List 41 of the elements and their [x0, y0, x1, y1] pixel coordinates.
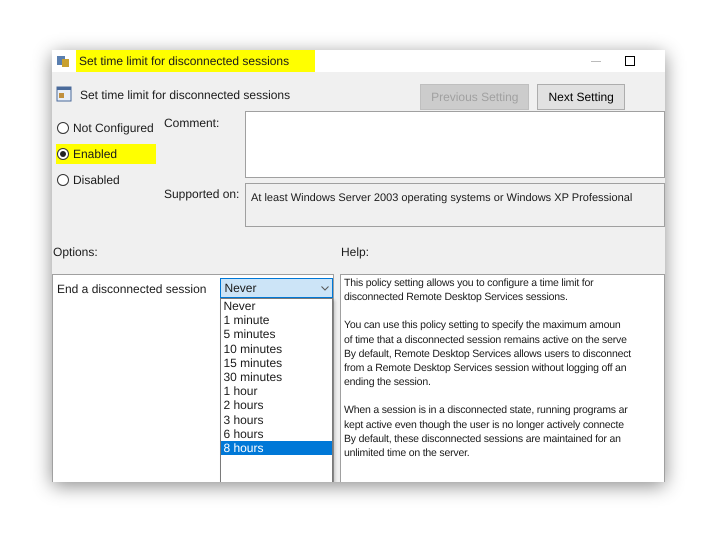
dropdown-option[interactable]: 15 minutes [221, 356, 332, 370]
help-text-line: By default, Remote Desktop Services allows users to disconnect [344, 346, 631, 362]
maximize-icon[interactable] [625, 56, 635, 66]
help-text-line: of time that a disconnected session remains active on the serve [344, 332, 627, 347]
help-text-line: By default, these disconnected sessions are maintained for an [344, 432, 621, 446]
dropdown-option[interactable]: 1 hour [221, 384, 332, 398]
dropdown-option[interactable]: 3 hours [221, 412, 332, 427]
help-text-line: ending the session. [344, 375, 431, 390]
help-text-line: unlimited time on the server. [344, 446, 470, 460]
help-text-line: You can use this policy setting to specify the maximum amoun [344, 318, 621, 333]
window-title: Set time limit for disconnected sessions [76, 50, 316, 72]
radio-option[interactable]: Enabled [56, 144, 156, 164]
setting-label: End a disconnected session [57, 281, 206, 298]
setting-title: Set time limit for disconnected sessions [80, 87, 290, 104]
supported-on-label: Supported on: [164, 186, 240, 203]
comment-field[interactable] [245, 111, 665, 178]
radio-option[interactable]: Disabled [56, 170, 156, 190]
radio-option[interactable]: Not Configured [56, 118, 156, 138]
options-label: Options: [53, 244, 99, 261]
help-text-line: from a Remote Desktop Services session without logging off an [344, 361, 626, 376]
help-label: Help: [341, 244, 370, 261]
comment-label: Comment: [164, 115, 220, 132]
duration-dropdown[interactable]: Never [220, 278, 333, 298]
help-text-line: disconnected Remote Desktop Services sessions. [344, 290, 568, 304]
dropdown-option[interactable]: 8 hours [221, 440, 332, 456]
policy-icon [56, 54, 70, 68]
help-text-line: When a session is in a disconnected state, running programs ar [344, 403, 628, 418]
help-text-line: This policy setting allows you to configure a time limit for [344, 276, 594, 290]
dropdown-option[interactable]: Never [221, 299, 332, 314]
minimize-icon[interactable] [591, 60, 601, 62]
dropdown-option[interactable]: 1 minute [221, 313, 332, 328]
supported-on-field: At least Windows Server 2003 operating systems or Windows XP Professional [245, 183, 665, 227]
dropdown-option[interactable]: 30 minutes [221, 370, 332, 384]
help-text-line: kept active even though the user is no longer actively connecte [344, 418, 624, 432]
settings-window-icon [56, 86, 72, 102]
dropdown-option[interactable]: 10 minutes [221, 342, 332, 356]
dropdown-option[interactable]: 6 hours [221, 426, 332, 441]
next-setting-button[interactable]: Next Setting [537, 84, 625, 110]
dropdown-option[interactable]: 2 hours [221, 398, 332, 412]
chevron-down-icon [321, 286, 329, 290]
dropdown-option[interactable]: 5 minutes [221, 327, 332, 342]
